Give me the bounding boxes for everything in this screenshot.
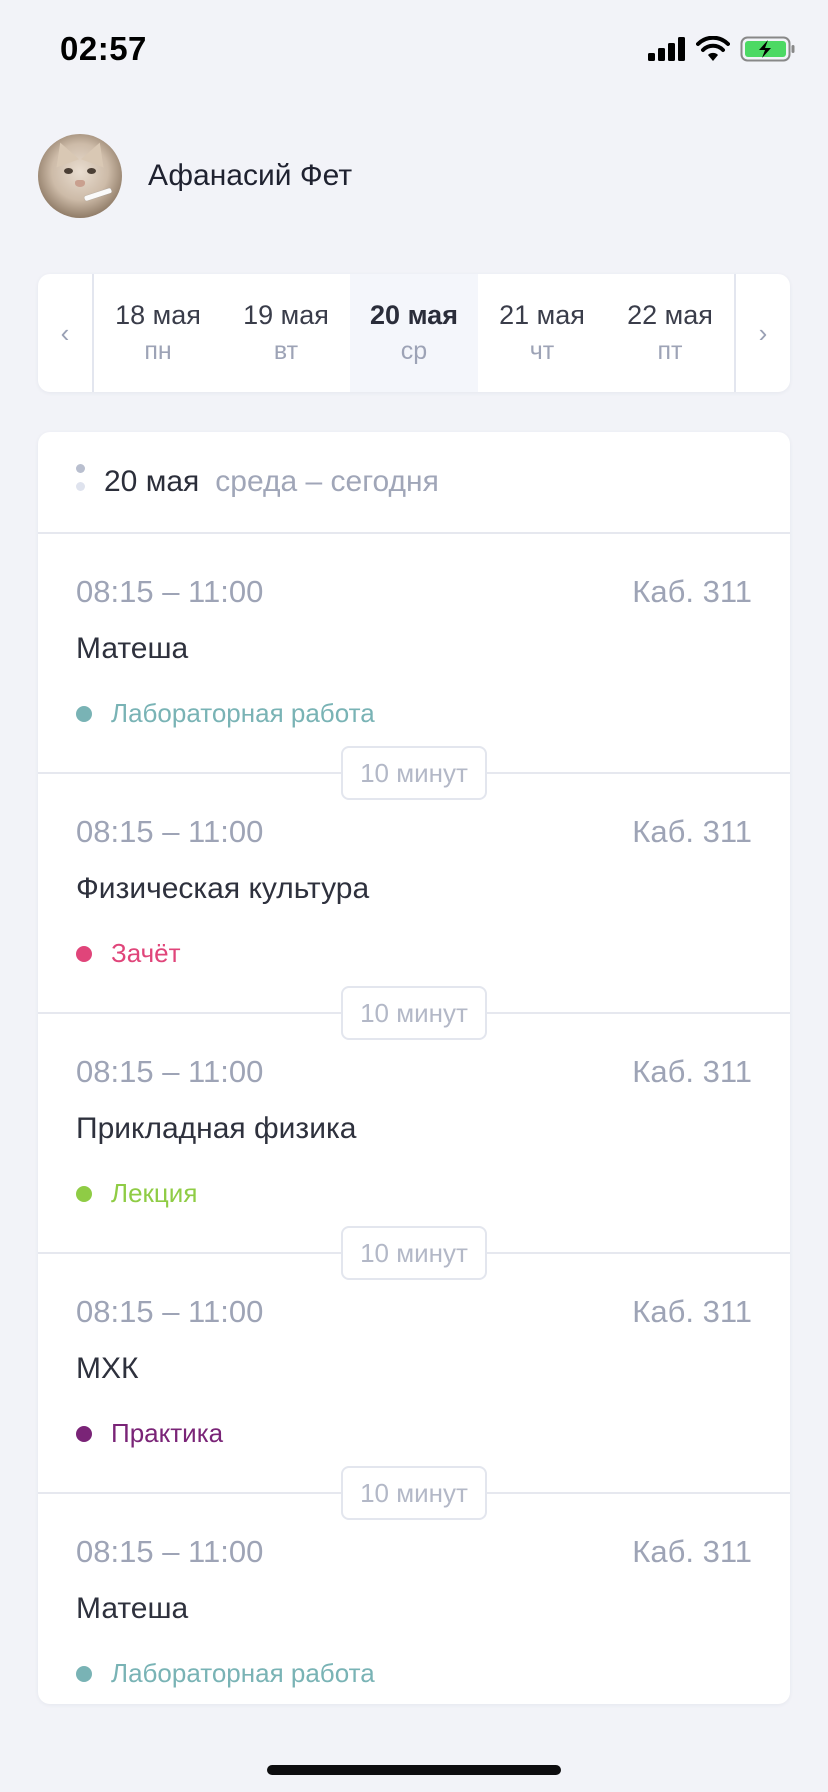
status-time: 02:57 <box>60 30 147 67</box>
day-date: 18 мая <box>115 300 201 330</box>
day-weekday: чт <box>529 337 555 365</box>
schedule-date: 20 мая <box>104 465 200 498</box>
schedule-subtitle: среда – сегодня <box>215 465 439 498</box>
lesson-room: Каб. 311 <box>632 1294 752 1329</box>
day-weekday: пн <box>144 337 172 365</box>
status-icons <box>648 36 796 62</box>
day-tab-4[interactable]: 22 мая пт <box>606 274 734 392</box>
chevron-left-icon: ‹ <box>60 317 70 348</box>
lesson-item[interactable]: 08:15 – 11:00 Каб. 311 Прикладная физика… <box>38 1014 790 1280</box>
break-badge: 10 минут <box>341 986 487 1040</box>
lesson-room: Каб. 311 <box>632 1054 752 1089</box>
day-weekday: вт <box>273 337 299 365</box>
lesson-type: Зачёт <box>76 938 181 969</box>
profile-name: Афанасий Фет <box>148 159 353 192</box>
lesson-time: 08:15 – 11:00 <box>76 1294 264 1329</box>
lesson-type-label: Лабораторная работа <box>111 698 375 728</box>
break-badge: 10 минут <box>341 1466 487 1520</box>
next-week-button[interactable]: › <box>734 274 790 392</box>
profile-header: Афанасий Фет <box>38 134 352 218</box>
lesson-time: 08:15 – 11:00 <box>76 1534 264 1569</box>
day-date: 22 мая <box>627 300 713 330</box>
day-tab-3[interactable]: 21 мая чт <box>478 274 606 392</box>
cellular-signal-icon <box>648 37 685 61</box>
lesson-type: Лабораторная работа <box>76 1658 375 1689</box>
type-dot-icon <box>76 1425 92 1442</box>
home-indicator[interactable] <box>267 1765 561 1775</box>
lesson-room: Каб. 311 <box>632 574 752 609</box>
day-tab-1[interactable]: 19 мая вт <box>222 274 350 392</box>
day-date: 21 мая <box>499 300 585 330</box>
lesson-item[interactable]: 08:15 – 11:00 Каб. 311 МХК Практика 10 м… <box>38 1254 790 1520</box>
type-dot-icon <box>76 1185 92 1202</box>
lesson-time: 08:15 – 11:00 <box>76 1054 264 1089</box>
day-date: 20 мая <box>370 300 458 330</box>
drag-dots-icon <box>76 464 86 500</box>
chevron-right-icon: › <box>758 317 768 348</box>
avatar[interactable] <box>38 134 122 218</box>
lesson-time: 08:15 – 11:00 <box>76 574 264 609</box>
lesson-type-label: Практика <box>111 1418 224 1448</box>
lesson-type: Практика <box>76 1418 223 1449</box>
lesson-item[interactable]: 08:15 – 11:00 Каб. 311 Матеша Лабораторн… <box>38 1494 790 1704</box>
type-dot-icon <box>76 705 92 722</box>
schedule-header: 20 мая среда – сегодня <box>38 432 790 534</box>
lesson-name: Матеша <box>76 632 189 665</box>
break-badge: 10 минут <box>341 1226 487 1280</box>
lesson-type: Лабораторная работа <box>76 698 375 729</box>
lesson-time: 08:15 – 11:00 <box>76 814 264 849</box>
wifi-icon <box>696 36 730 61</box>
lesson-type-label: Зачёт <box>111 938 181 968</box>
schedule-card: 20 мая среда – сегодня 08:15 – 11:00 Каб… <box>38 432 790 1704</box>
day-weekday: пт <box>657 337 683 365</box>
type-dot-icon <box>76 945 92 962</box>
lesson-type-label: Лекция <box>111 1178 198 1208</box>
type-dot-icon <box>76 1665 92 1682</box>
lesson-name: Прикладная физика <box>76 1112 357 1145</box>
week-days: 18 мая пн 19 мая вт 20 мая ср 21 мая чт … <box>94 274 734 392</box>
lesson-item[interactable]: 08:15 – 11:00 Каб. 311 Матеша Лабораторн… <box>38 534 790 800</box>
lesson-name: Матеша <box>76 1592 189 1625</box>
status-bar: 02:57 <box>0 0 828 100</box>
prev-week-button[interactable]: ‹ <box>38 274 94 392</box>
day-date: 19 мая <box>243 300 329 330</box>
lesson-room: Каб. 311 <box>632 814 752 849</box>
week-selector: ‹ 18 мая пн 19 мая вт 20 мая ср 21 мая ч… <box>38 274 790 392</box>
lesson-type: Лекция <box>76 1178 197 1209</box>
battery-charging-icon <box>740 36 795 62</box>
break-badge: 10 минут <box>341 746 487 800</box>
lesson-name: МХК <box>76 1352 139 1385</box>
day-tab-0[interactable]: 18 мая пн <box>94 274 222 392</box>
lesson-name: Физическая культура <box>76 872 370 905</box>
day-tab-2-selected[interactable]: 20 мая ср <box>350 274 478 392</box>
day-weekday: ср <box>400 337 428 365</box>
lesson-room: Каб. 311 <box>632 1534 752 1569</box>
lesson-item[interactable]: 08:15 – 11:00 Каб. 311 Физическая культу… <box>38 774 790 1040</box>
lesson-type-label: Лабораторная работа <box>111 1658 375 1688</box>
